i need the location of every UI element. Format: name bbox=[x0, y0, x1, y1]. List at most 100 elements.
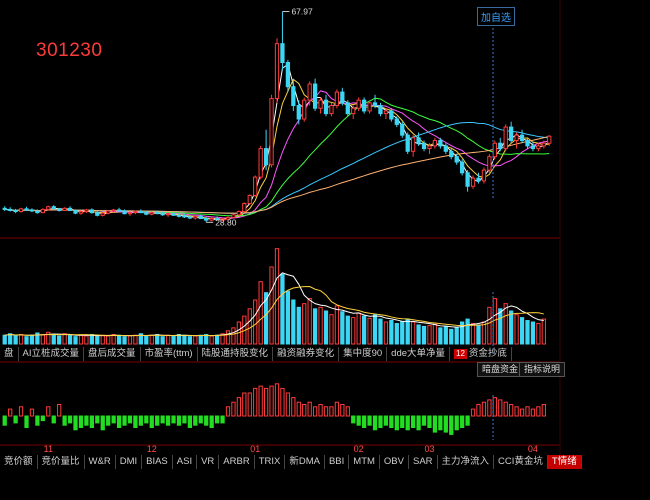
bottom-tab[interactable]: 主力净流入 bbox=[438, 455, 495, 469]
indicator-bar bbox=[253, 387, 258, 417]
tab-label: 竞价量比 bbox=[41, 456, 80, 467]
volume-bar bbox=[116, 334, 122, 345]
candle-body bbox=[253, 176, 258, 196]
bottom-tab[interactable]: BBI bbox=[325, 455, 350, 469]
indicator-bar bbox=[394, 415, 399, 431]
indicator-bar bbox=[13, 415, 18, 424]
indicator-bar bbox=[51, 415, 56, 424]
mid-tab[interactable]: 陆股通持股变化 bbox=[198, 347, 274, 361]
candle-body bbox=[296, 105, 301, 120]
ma-line bbox=[4, 97, 550, 217]
bottom-tab[interactable]: ARBR bbox=[219, 455, 255, 469]
candle-body bbox=[247, 194, 252, 204]
bottom-tab[interactable]: DMI bbox=[116, 455, 143, 469]
volume-bar bbox=[187, 336, 193, 345]
candle-body bbox=[258, 148, 263, 178]
volume-bar bbox=[209, 335, 214, 345]
candle-body bbox=[122, 210, 127, 215]
candle-body bbox=[465, 172, 470, 187]
volume-bar bbox=[127, 335, 133, 345]
mid-tab[interactable]: 盘后成交量 bbox=[84, 347, 141, 361]
candle-body bbox=[57, 208, 62, 211]
volume-bar bbox=[438, 327, 443, 345]
indicator-bar bbox=[57, 404, 62, 417]
month-label: 04 bbox=[528, 444, 538, 454]
candle-body bbox=[204, 218, 209, 221]
candle-body bbox=[372, 102, 378, 107]
indicator-bar bbox=[187, 415, 193, 428]
candle-body bbox=[274, 43, 280, 100]
bottom-tab[interactable]: BIAS bbox=[142, 455, 173, 469]
candle-body bbox=[389, 110, 394, 120]
month-label: 12 bbox=[147, 444, 157, 454]
bottom-tab[interactable]: W&R bbox=[85, 455, 116, 469]
volume-bar bbox=[470, 322, 476, 345]
indicator-bar bbox=[280, 387, 285, 417]
indicator-bar bbox=[416, 415, 421, 431]
volume-bar bbox=[155, 333, 160, 345]
indicator-bar bbox=[127, 415, 133, 424]
bottom-tab[interactable]: TRIX bbox=[255, 455, 286, 469]
indicator-bar bbox=[46, 406, 51, 417]
volume-bar bbox=[253, 299, 258, 345]
candle-body bbox=[541, 142, 546, 147]
volume-bar bbox=[509, 310, 514, 345]
candle-body bbox=[24, 208, 29, 211]
bottom-tab[interactable]: OBV bbox=[380, 455, 409, 469]
volume-bar bbox=[280, 273, 285, 345]
dark-pool-funds-button[interactable]: 暗盘资金 bbox=[477, 362, 524, 377]
tab-label: 集中度90 bbox=[343, 348, 383, 359]
candle-body bbox=[405, 134, 410, 152]
candle-body bbox=[176, 214, 182, 217]
bottom-tab[interactable]: T情绪 bbox=[547, 455, 582, 469]
mid-tab[interactable]: 12 资金抄底 bbox=[450, 347, 512, 361]
indicator-bar bbox=[209, 415, 214, 428]
stock-code: 301230 bbox=[36, 40, 103, 61]
indicator-bar bbox=[29, 408, 35, 417]
indicator-bar bbox=[334, 401, 340, 417]
volume-bar bbox=[95, 336, 100, 345]
candle-body bbox=[187, 216, 193, 219]
mid-tab[interactable]: AI立桩成交量 bbox=[19, 347, 84, 361]
indicator-bar bbox=[443, 415, 448, 433]
candle-body bbox=[236, 211, 242, 216]
bottom-tab[interactable]: ASI bbox=[173, 455, 198, 469]
indicator-help-button[interactable]: 指标说明 bbox=[519, 362, 566, 377]
mid-tab[interactable]: dde大单净量 bbox=[387, 347, 451, 361]
bottom-tab[interactable]: CCI黄金坑 bbox=[494, 455, 548, 469]
bottom-tab[interactable]: VR bbox=[197, 455, 220, 469]
bottom-tab[interactable]: 竞价量比 bbox=[38, 455, 85, 469]
indicator-bar bbox=[160, 415, 165, 424]
indicator-bar bbox=[519, 408, 525, 417]
candle-body bbox=[476, 177, 481, 182]
volume-bar bbox=[427, 325, 432, 345]
candle-body bbox=[383, 110, 389, 115]
candle-body bbox=[133, 211, 138, 214]
candle-body bbox=[514, 134, 519, 142]
volume-bar bbox=[214, 334, 220, 345]
tab-label: CCI黄金坑 bbox=[498, 456, 543, 467]
indicator-bar bbox=[193, 415, 198, 426]
candle-body bbox=[73, 209, 78, 214]
volume-bar bbox=[530, 321, 536, 345]
bottom-tab[interactable]: SAR bbox=[409, 455, 438, 469]
indicator-bar bbox=[8, 408, 13, 417]
mid-tab[interactable]: 市盈率(ttm) bbox=[141, 347, 198, 361]
add-self-button[interactable]: 加自选 bbox=[477, 7, 515, 26]
candle-body bbox=[89, 209, 94, 214]
mid-tab[interactable]: 集中度90 bbox=[339, 347, 388, 361]
candle-body bbox=[492, 142, 497, 158]
indicator-bar bbox=[307, 401, 312, 417]
volume-bar bbox=[525, 320, 530, 345]
bottom-tab[interactable]: 竞价额 bbox=[0, 455, 38, 469]
bottom-tab[interactable]: 新DMA bbox=[285, 455, 325, 469]
candle-body bbox=[106, 210, 111, 214]
volume-bar bbox=[8, 333, 13, 345]
bottom-tab[interactable]: MTM bbox=[349, 455, 380, 469]
tab-badge: 12 bbox=[454, 349, 467, 359]
volume-bar bbox=[133, 334, 138, 345]
mid-tab[interactable]: 盘 bbox=[0, 347, 19, 361]
volume-bar bbox=[400, 321, 405, 345]
volume-bar bbox=[62, 333, 67, 345]
mid-tab[interactable]: 融资融券变化 bbox=[273, 347, 340, 361]
